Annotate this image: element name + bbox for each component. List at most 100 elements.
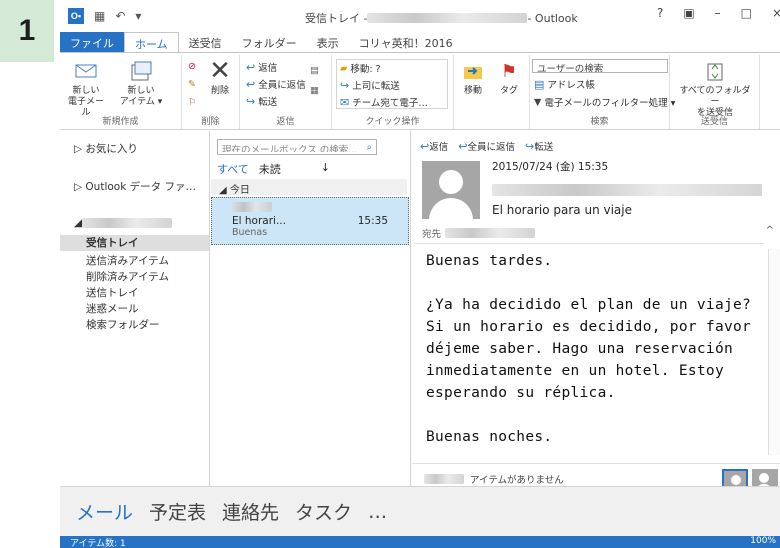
reply-icon: ↩: [246, 60, 256, 74]
folder-search[interactable]: 検索フォルダー: [86, 317, 160, 332]
search-placeholder: 現在のメールボックス の検索…: [222, 145, 358, 152]
reading-reply-all-button[interactable]: ↩全員に返信: [458, 139, 515, 153]
message-subject-heading: El horario para un viaje: [492, 203, 632, 217]
filter-email-button[interactable]: ▼ 電子メールのフィルター処理 ▾: [534, 95, 676, 110]
tab-folder[interactable]: フォルダー: [232, 32, 307, 52]
search-icon[interactable]: ⌕: [367, 142, 372, 153]
meeting-icon[interactable]: ▤: [310, 65, 319, 76]
undo-icon[interactable]: ↶: [115, 9, 125, 23]
collapse-header-icon[interactable]: ^: [766, 225, 774, 236]
reply-all-button[interactable]: ↩ 全員に返信: [246, 77, 306, 92]
quick-step-move[interactable]: ▰ 移動: ?: [340, 61, 381, 76]
address-book-label: アドレス帳: [547, 80, 595, 91]
redacted-sender-address: [492, 184, 762, 196]
more-respond-icon[interactable]: ▦: [310, 85, 319, 96]
ribbon-display-button[interactable]: ▣: [683, 6, 694, 20]
folder-pane: ▷ お気に入り ▷ Outlook データ ファ… ◢ 受信トレイ 送信済みアイ…: [60, 131, 210, 486]
cleanup-icon[interactable]: ✎: [188, 79, 196, 90]
quick-step-team[interactable]: ✉ チーム宛て電子…: [340, 95, 428, 110]
delete-button[interactable]: ✕ 削除: [204, 58, 236, 97]
quick-step-move-label: 移動: ?: [350, 64, 381, 75]
new-email-button[interactable]: 新しい 電子メール: [66, 59, 106, 119]
minimize-button[interactable]: –: [715, 6, 721, 20]
sort-arrow-icon[interactable]: ↓: [321, 161, 330, 177]
address-book-button[interactable]: ▤ アドレス帳: [534, 77, 595, 92]
data-file-header[interactable]: ▷ Outlook データ ファ…: [74, 179, 196, 194]
tags-button[interactable]: ⚑ タグ: [494, 59, 524, 97]
status-bar: アイテム数: 1 100%: [60, 536, 780, 548]
ribbon-tabs: ファイル ホーム 送受信 フォルダー 表示 コリャ英和！2016: [60, 32, 780, 52]
folder-outbox[interactable]: 送信トレイ: [86, 285, 139, 300]
tab-file[interactable]: ファイル: [60, 32, 124, 52]
nav-more-icon[interactable]: …: [368, 501, 387, 523]
folder-inbox[interactable]: 受信トレイ: [60, 235, 209, 251]
filter-email-label: 電子メールのフィルター処理 ▾: [544, 98, 676, 109]
nav-calendar[interactable]: 予定表: [149, 498, 206, 525]
new-items-icon: [129, 59, 153, 83]
message-body: Buenas tardes. ¿Ya ha decidido el plan d…: [414, 243, 764, 458]
maximize-button[interactable]: □: [741, 6, 752, 20]
reply-button[interactable]: ↩ 返信: [246, 60, 278, 75]
reading-pane: ↩返信 ↩全員に返信 ↪転送 2015/07/24 (金) 15:35 El h…: [412, 131, 780, 495]
reading-reply-button[interactable]: ↩返信: [420, 139, 448, 153]
group-quick-steps: ▰ 移動: ? ↪ 上司に転送 ✉ チーム宛て電子… クイック操作: [332, 55, 454, 129]
help-button[interactable]: ?: [657, 6, 663, 20]
junk-icon[interactable]: ⚐: [188, 97, 197, 108]
message-time: 15:35: [357, 215, 388, 227]
status-item-count: アイテム数: 1: [70, 539, 126, 548]
new-items-button[interactable]: 新しい アイテム ▾: [116, 59, 166, 108]
tab-addin[interactable]: コリャ英和！2016: [349, 32, 463, 52]
body-scrollbar[interactable]: [768, 249, 780, 455]
reply-all-label: 全員に返信: [258, 80, 306, 91]
message-date: 2015/07/24 (金) 15:35: [492, 161, 609, 173]
close-button[interactable]: ×: [772, 6, 780, 20]
tags-label: タグ: [499, 86, 518, 96]
send-receive-icon[interactable]: ▦: [94, 9, 105, 23]
favorites-header[interactable]: ▷ お気に入り: [74, 141, 138, 156]
to-label: 宛先: [422, 229, 442, 240]
nav-tasks[interactable]: タスク: [295, 498, 352, 525]
forward-button[interactable]: ↪ 転送: [246, 94, 278, 109]
quick-step-team-label: チーム宛て電子…: [352, 98, 428, 109]
nav-mail[interactable]: メール: [76, 498, 133, 525]
move-button[interactable]: 移動: [458, 59, 488, 97]
group-respond-label: 返信: [276, 117, 295, 127]
reading-forward-label: 転送: [534, 142, 554, 153]
quick-step-manager[interactable]: ↪ 上司に転送: [340, 78, 400, 93]
tab-send-receive[interactable]: 送受信: [179, 32, 232, 52]
group-new: 新しい 電子メール 新しい アイテム ▾ 新規作成: [60, 55, 182, 129]
window-controls: ? ▣ – □ ×: [657, 6, 780, 20]
title-prefix: 受信トレイ -: [305, 12, 368, 25]
ignore-icon[interactable]: ⊘: [188, 61, 196, 72]
folder-sent[interactable]: 送信済みアイテム: [86, 253, 169, 268]
sender-line: [492, 181, 762, 200]
sender-avatar[interactable]: [422, 161, 480, 219]
group-new-label: 新規作成: [102, 117, 139, 127]
group-send-receive: すべてのフォルダー を送受信 送受信: [670, 55, 760, 129]
send-receive-all-button[interactable]: すべてのフォルダー を送受信: [676, 59, 754, 119]
zoom-level[interactable]: 100%: [750, 536, 776, 546]
forward-label: 転送: [258, 97, 278, 108]
filter-all[interactable]: すべて: [217, 161, 249, 177]
folder-junk[interactable]: 迷惑メール: [86, 301, 139, 316]
team-email-icon: ✉: [340, 95, 350, 109]
message-item[interactable]: El horari... 15:35 Buenas: [211, 197, 409, 245]
group-delete: ⊘ ✎ ⚐ ✕ 削除 削除: [182, 55, 240, 129]
delete-label: 削除: [210, 86, 229, 96]
customize-qat-icon[interactable]: ▾: [135, 9, 141, 23]
nav-people[interactable]: 連絡先: [222, 498, 279, 525]
search-people-input[interactable]: ユーザーの検索: [532, 59, 668, 73]
group-today[interactable]: ◢ 今日: [211, 179, 407, 196]
group-find: ユーザーの検索 ▤ アドレス帳 ▼ 電子メールのフィルター処理 ▾ 検索: [530, 55, 675, 129]
filter-icon: ▼: [534, 96, 542, 108]
account-header[interactable]: ◢: [74, 217, 173, 229]
list-filter: すべて 未読 ↓: [217, 161, 330, 177]
tab-home[interactable]: ホーム: [124, 32, 179, 52]
reply-label: 返信: [258, 63, 278, 74]
folder-deleted[interactable]: 削除済みアイテム: [86, 269, 169, 284]
tab-view[interactable]: 表示: [307, 32, 349, 52]
account-expand-icon: ◢: [74, 217, 83, 229]
filter-unread[interactable]: 未読: [259, 161, 281, 177]
mailbox-search-input[interactable]: 現在のメールボックス の検索… ⌕: [217, 139, 377, 155]
reading-forward-button[interactable]: ↪転送: [525, 139, 553, 153]
